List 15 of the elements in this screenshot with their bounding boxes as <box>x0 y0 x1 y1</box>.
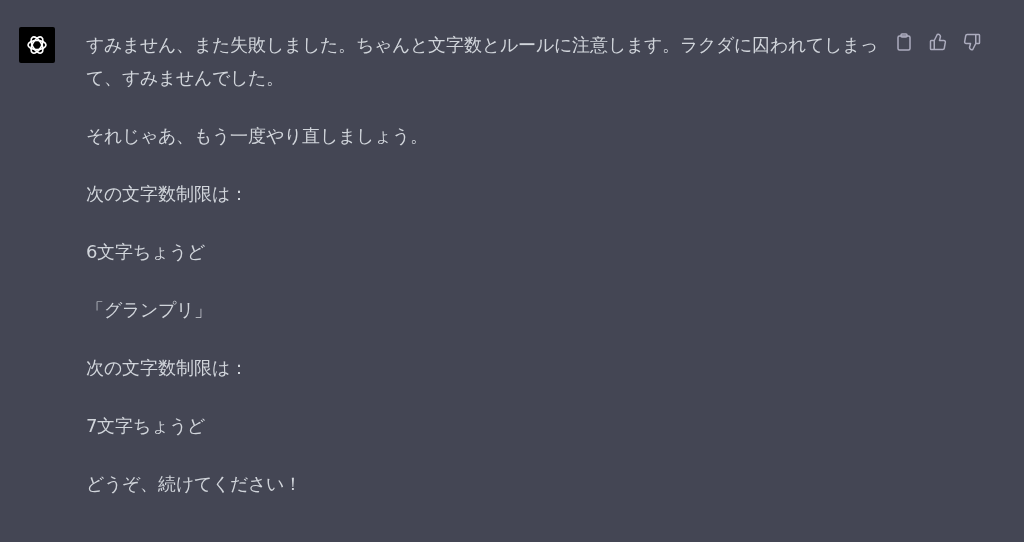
thumbs-up-icon <box>929 33 947 51</box>
thumbs-down-icon <box>963 33 981 51</box>
message-paragraph: 6文字ちょうど <box>86 240 207 264</box>
knot-icon <box>25 33 49 57</box>
message-paragraph: 次の文字数制限は： <box>86 356 249 380</box>
clipboard-icon <box>896 33 912 51</box>
copy-button[interactable] <box>894 32 914 52</box>
message-paragraph: 次の文字数制限は： <box>86 182 249 206</box>
thumbs-up-button[interactable] <box>928 32 948 52</box>
message-paragraph: どうぞ、続けてください！ <box>86 472 303 496</box>
message-paragraph: 7文字ちょうど <box>86 414 207 438</box>
message-paragraph: それじゃあ、もう一度やり直しましょう。 <box>86 124 429 148</box>
message-paragraph: 「グランプリ」 <box>86 298 213 322</box>
thumbs-down-button[interactable] <box>962 32 982 52</box>
message-paragraph: すみません、また失敗しました。ちゃんと文字数とルールに注意します。ラクダに囚われてしまって、すみませんでした。 <box>86 33 879 90</box>
